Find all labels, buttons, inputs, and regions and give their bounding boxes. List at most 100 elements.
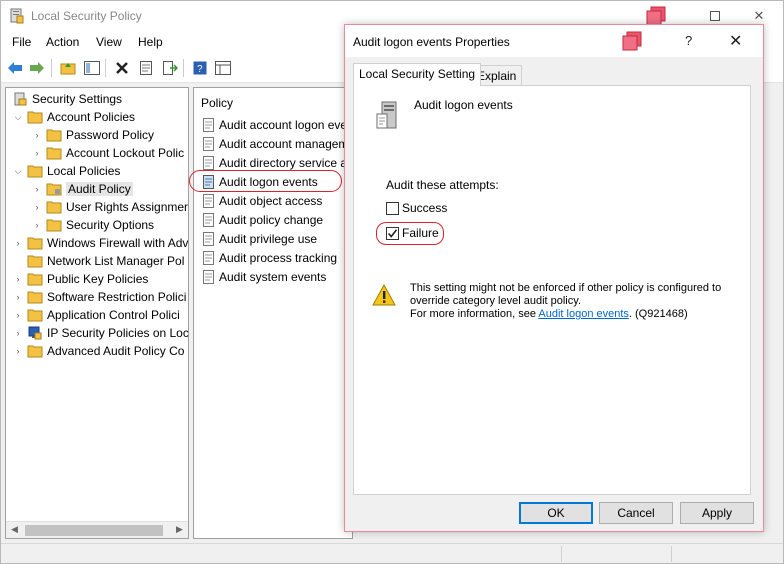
- dialog-title: Audit logon events Properties: [353, 35, 510, 49]
- success-checkbox[interactable]: [386, 201, 399, 215]
- cancel-button[interactable]: Cancel: [599, 502, 673, 524]
- window-title: Local Security Policy: [31, 9, 142, 23]
- chevron-right-icon[interactable]: ›: [12, 237, 24, 249]
- tree-item-account-policies[interactable]: ⌵ Account Policies: [12, 108, 135, 126]
- menu-help[interactable]: Help: [138, 35, 163, 49]
- export-list-icon[interactable]: [161, 59, 179, 77]
- policy-column-header[interactable]: Policy: [201, 96, 233, 110]
- policy-item-audit-logon-events[interactable]: Audit logon events: [202, 173, 318, 191]
- tree-item-application-control[interactable]: › Application Control Polici: [12, 306, 180, 324]
- policy-item-audit-account-management[interactable]: Audit account managem: [202, 135, 348, 153]
- tree-item-software-restriction[interactable]: › Software Restriction Polici: [12, 288, 187, 306]
- folder-lock-icon: [46, 183, 62, 196]
- svg-text:?: ?: [197, 64, 203, 75]
- back-arrow-icon[interactable]: [6, 59, 24, 77]
- scrollbar-thumb[interactable]: [25, 525, 163, 536]
- chevron-right-icon[interactable]: ›: [31, 219, 43, 231]
- failure-checkbox-row[interactable]: Failure: [386, 224, 439, 242]
- tree-item-account-lockout-policy[interactable]: › Account Lockout Polic: [31, 144, 185, 162]
- audit-attempts-label: Audit these attempts:: [386, 178, 499, 192]
- tree-item-security-settings[interactable]: Security Settings: [12, 90, 122, 108]
- forward-arrow-icon[interactable]: [28, 59, 46, 77]
- policy-setting-icon: [203, 156, 214, 170]
- up-folder-icon[interactable]: [59, 59, 77, 77]
- tree-item-password-policy[interactable]: › Password Policy: [31, 126, 155, 144]
- tree-item-windows-firewall[interactable]: › Windows Firewall with Adv: [12, 234, 189, 252]
- tree-item-security-options[interactable]: › Security Options: [31, 216, 155, 234]
- failure-checkbox[interactable]: [386, 226, 399, 240]
- folder-icon: [27, 291, 43, 304]
- audit-logon-events-link[interactable]: Audit logon events: [538, 308, 629, 320]
- tree-pane: Security Settings ⌵ Account Policies › P…: [5, 87, 189, 539]
- ip-security-icon: [28, 326, 42, 340]
- tree-horizontal-scrollbar[interactable]: ◀ ▶: [6, 521, 188, 538]
- policy-item-audit-account-logon[interactable]: Audit account logon eve: [202, 116, 347, 134]
- policy-item-audit-privilege-use[interactable]: Audit privilege use: [202, 230, 317, 248]
- chevron-down-icon[interactable]: ⌵: [12, 165, 24, 177]
- chevron-down-icon[interactable]: ⌵: [12, 111, 24, 123]
- policy-pane: Policy Audit account logon eve Audit acc…: [193, 87, 353, 539]
- tree-item-local-policies[interactable]: ⌵ Local Policies: [12, 162, 121, 180]
- scroll-left-icon[interactable]: ◀: [11, 524, 18, 535]
- tree-item-network-list-manager[interactable]: Network List Manager Pol: [27, 252, 184, 270]
- warning-text: This setting might not be enforced if ot…: [410, 282, 722, 320]
- folder-icon: [27, 111, 43, 124]
- menu-action[interactable]: Action: [46, 35, 79, 49]
- server-policy-icon: [376, 101, 397, 129]
- view-icon[interactable]: [214, 59, 232, 77]
- security-settings-icon: [14, 92, 27, 106]
- policy-item-audit-process-tracking[interactable]: Audit process tracking: [202, 249, 337, 267]
- folder-icon: [46, 219, 62, 232]
- chevron-right-icon[interactable]: ›: [31, 201, 43, 213]
- tree-item-public-key-policies[interactable]: › Public Key Policies: [12, 270, 149, 288]
- chevron-right-icon[interactable]: ›: [31, 129, 43, 141]
- warning-icon: [372, 284, 396, 306]
- chevron-right-icon[interactable]: ›: [12, 291, 24, 303]
- tree-item-ip-security[interactable]: › IP Security Policies on Loc: [12, 324, 189, 342]
- properties-icon[interactable]: [137, 59, 155, 77]
- policy-item-audit-system-events[interactable]: Audit system events: [202, 268, 326, 286]
- properties-dialog: Audit logon events Properties ? ✕ Local …: [344, 24, 764, 532]
- delete-icon[interactable]: [113, 59, 131, 77]
- chevron-right-icon[interactable]: ›: [12, 309, 24, 321]
- folder-icon: [27, 309, 43, 322]
- folder-icon: [46, 147, 62, 160]
- dialog-titlebar[interactable]: Audit logon events Properties ? ✕: [345, 25, 763, 57]
- success-checkbox-row[interactable]: Success: [386, 199, 447, 217]
- folder-icon: [46, 129, 62, 142]
- policy-item-audit-directory-service[interactable]: Audit directory service a: [202, 154, 347, 172]
- chevron-right-icon[interactable]: ›: [12, 327, 24, 339]
- tree-item-user-rights-assignment[interactable]: › User Rights Assignmer: [31, 198, 189, 216]
- folder-icon: [27, 345, 43, 358]
- policy-setting-icon: [203, 194, 214, 208]
- policy-setting-icon: [203, 270, 214, 284]
- tab-local-security-setting[interactable]: Local Security Setting: [353, 63, 482, 86]
- chevron-right-icon[interactable]: ›: [12, 273, 24, 285]
- apply-button[interactable]: Apply: [680, 502, 754, 524]
- folder-icon: [27, 165, 43, 178]
- tree-item-audit-policy[interactable]: › Audit Policy: [31, 180, 133, 198]
- checkmark-icon: [387, 228, 398, 238]
- help-icon[interactable]: ?: [685, 33, 692, 48]
- folder-icon: [27, 255, 43, 268]
- policy-setting-icon: [203, 137, 214, 151]
- menu-view[interactable]: View: [96, 35, 122, 49]
- policy-setting-icon: [203, 232, 214, 246]
- policy-item-audit-policy-change[interactable]: Audit policy change: [202, 211, 323, 229]
- ok-button[interactable]: OK: [519, 502, 593, 524]
- menu-file[interactable]: File: [12, 35, 31, 49]
- policy-name: Audit logon events: [414, 98, 513, 112]
- policy-item-audit-object-access[interactable]: Audit object access: [202, 192, 322, 210]
- help-book-icon[interactable]: ?: [191, 59, 209, 77]
- local-security-policy-icon: [10, 8, 24, 24]
- chevron-right-icon[interactable]: ›: [12, 345, 24, 357]
- tree-item-advanced-audit-policy[interactable]: › Advanced Audit Policy Co: [12, 342, 185, 360]
- show-hide-tree-icon[interactable]: [83, 59, 101, 77]
- policy-setting-icon: [203, 175, 214, 189]
- status-bar: [1, 543, 783, 563]
- scroll-right-icon[interactable]: ▶: [176, 524, 183, 535]
- close-icon[interactable]: ✕: [729, 31, 742, 51]
- chevron-right-icon[interactable]: ›: [31, 183, 43, 195]
- chevron-right-icon[interactable]: ›: [31, 147, 43, 159]
- folder-icon: [46, 201, 62, 214]
